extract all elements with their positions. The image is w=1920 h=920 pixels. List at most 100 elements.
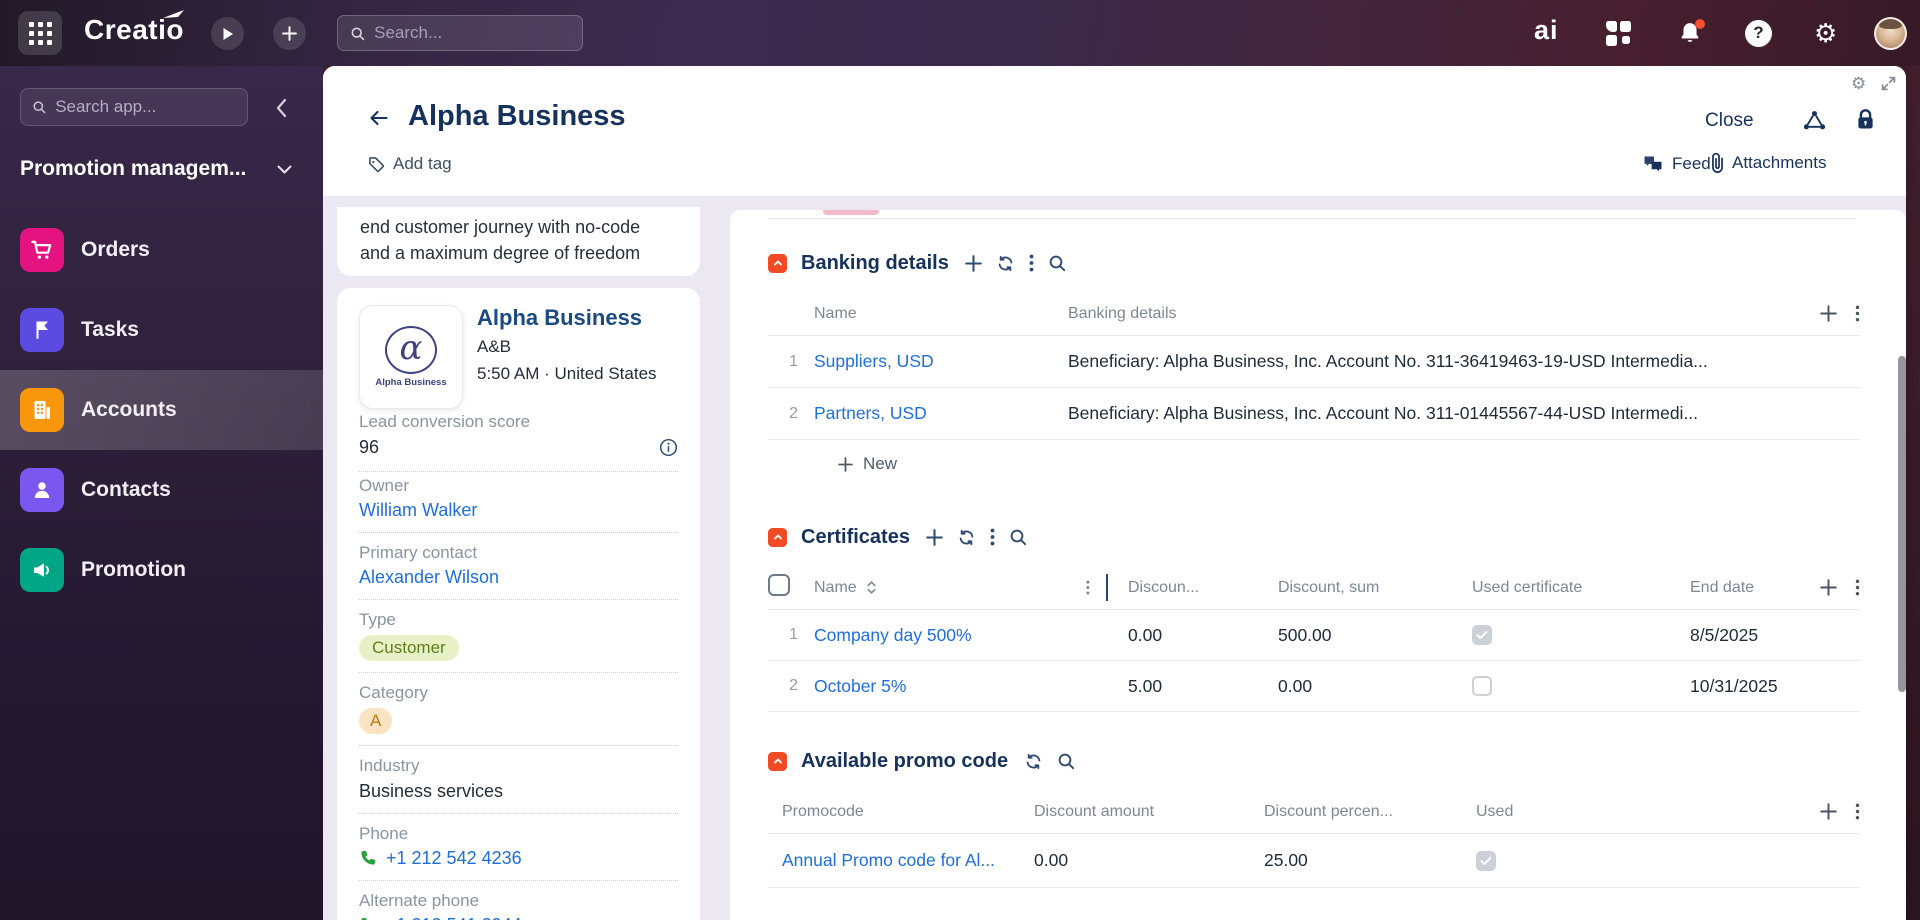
alt-phone-link[interactable]: +1 212 541 2944	[386, 915, 522, 920]
notifications-button[interactable]	[1678, 0, 1705, 66]
select-all-checkbox[interactable]	[768, 574, 790, 596]
primary-contact-field: Primary contact Alexander Wilson	[359, 533, 678, 600]
column-header[interactable]: End date	[1642, 579, 1812, 597]
add-new-button[interactable]	[273, 17, 306, 50]
run-process-button[interactable]	[211, 17, 244, 50]
ai-logo[interactable]: ai	[1534, 15, 1559, 46]
column-header[interactable]: Promocode	[768, 803, 1014, 821]
record-link[interactable]: Partners, USD	[814, 403, 927, 423]
column-header[interactable]: Discount amount	[1014, 803, 1244, 821]
sidebar-item-orders[interactable]: Orders	[0, 210, 323, 290]
copilot-button[interactable]	[1606, 0, 1631, 66]
add-column-icon[interactable]	[1820, 579, 1837, 596]
attachments-button[interactable]: Attachments	[1711, 152, 1827, 174]
phone-link[interactable]: +1 212 542 4236	[386, 848, 522, 869]
kebab-menu-icon[interactable]	[1855, 803, 1860, 820]
app-launcher-button[interactable]	[18, 11, 62, 55]
workspace-selector[interactable]: Promotion managem...	[20, 157, 292, 181]
table-row[interactable]: 2 October 5% 5.00 0.00 10/31/2025	[768, 661, 1860, 712]
intro-card: end customer journey with no-code and a …	[337, 207, 700, 276]
top-bar: Creatio ai ? ⚙	[0, 0, 1920, 66]
add-record-button[interactable]	[926, 528, 943, 546]
table-row[interactable]: 1 Suppliers, USD Beneficiary: Alpha Busi…	[768, 336, 1860, 388]
avatar	[1874, 16, 1907, 50]
discount-amount-cell: 0.00	[1034, 850, 1069, 870]
add-record-button[interactable]	[964, 254, 982, 272]
settings-button[interactable]: ⚙	[1814, 0, 1837, 66]
global-search-input[interactable]	[374, 23, 570, 43]
sidebar-search[interactable]	[20, 88, 248, 126]
sidebar-item-promotion[interactable]: Promotion	[0, 530, 323, 610]
used-checkbox[interactable]	[1476, 850, 1496, 871]
phone-icon[interactable]	[359, 850, 376, 867]
add-tag-button[interactable]: Add tag	[368, 154, 452, 174]
page-settings-gear-icon[interactable]: ⚙	[1851, 74, 1866, 94]
info-icon[interactable]	[659, 438, 678, 457]
process-icon[interactable]	[1803, 110, 1826, 136]
search-icon[interactable]	[1009, 528, 1027, 546]
logo-caption: Alpha Business	[375, 377, 447, 388]
kebab-menu-icon[interactable]	[990, 528, 995, 546]
chevron-left-icon	[276, 98, 286, 118]
intro-line: and a maximum degree of freedom	[360, 243, 641, 263]
table-row[interactable]: 2 Partners, USD Beneficiary: Alpha Busin…	[768, 388, 1860, 440]
search-icon	[351, 26, 365, 40]
refresh-icon[interactable]	[957, 528, 976, 547]
owner-link[interactable]: William Walker	[359, 500, 477, 521]
sidebar-item-label: Contacts	[81, 478, 171, 501]
refresh-icon[interactable]	[1024, 752, 1043, 771]
discount-sum-cell: 0.00	[1278, 675, 1313, 696]
record-link[interactable]: October 5%	[814, 676, 906, 696]
help-button[interactable]: ?	[1745, 0, 1772, 66]
sidebar-item-accounts[interactable]: Accounts	[0, 370, 323, 450]
global-search[interactable]	[337, 15, 583, 51]
feed-button[interactable]: Feed	[1643, 154, 1711, 174]
record-link[interactable]: Annual Promo code for Al...	[782, 850, 995, 870]
record-header: ⚙ Alpha Business Close Add tag Feed Atta…	[323, 66, 1906, 196]
column-header[interactable]: Discount, sum	[1258, 579, 1442, 597]
used-certificate-checkbox[interactable]	[1472, 676, 1492, 696]
page-title: Alpha Business	[408, 100, 626, 132]
search-icon[interactable]	[1057, 752, 1075, 770]
sidebar-item-contacts[interactable]: Contacts	[0, 450, 323, 530]
collapse-section-button[interactable]	[768, 253, 787, 273]
add-column-icon[interactable]	[1820, 305, 1837, 322]
kebab-menu-icon[interactable]	[1855, 579, 1860, 596]
expand-icon[interactable]	[1881, 76, 1896, 96]
sidebar-item-tasks[interactable]: Tasks	[0, 290, 323, 370]
user-menu-button[interactable]	[1874, 0, 1907, 66]
back-button[interactable]	[367, 106, 391, 135]
record-link[interactable]: Company day 500%	[814, 625, 972, 645]
collapse-section-button[interactable]	[768, 751, 787, 771]
close-button[interactable]: Close	[1705, 110, 1754, 132]
sort-icon[interactable]	[866, 580, 877, 595]
column-header[interactable]: Name	[814, 579, 857, 597]
vertical-scrollbar[interactable]	[1898, 356, 1906, 692]
record-link[interactable]: Suppliers, USD	[814, 351, 934, 371]
column-header[interactable]: Discount percen...	[1244, 803, 1456, 821]
table-row[interactable]: 1 Company day 500% 0.00 500.00 8/5/2025	[768, 610, 1860, 661]
column-header[interactable]: Banking details	[1048, 305, 1790, 323]
kebab-menu-icon[interactable]	[1086, 579, 1090, 596]
lock-icon[interactable]	[1856, 108, 1875, 136]
table-row[interactable]: Annual Promo code for Al... 0.00 25.00	[768, 834, 1860, 888]
creatio-logo[interactable]: Creatio	[84, 10, 184, 46]
add-new-row-button[interactable]: New	[768, 440, 1860, 488]
kebab-menu-icon[interactable]	[1855, 305, 1860, 322]
lead-score-value: 96	[359, 437, 380, 457]
used-certificate-checkbox[interactable]	[1472, 625, 1492, 645]
banking-section-header: Banking details	[768, 250, 1860, 276]
kebab-menu-icon[interactable]	[1029, 254, 1034, 272]
sidebar-search-input[interactable]	[55, 97, 236, 117]
primary-contact-link[interactable]: Alexander Wilson	[359, 567, 499, 588]
column-header[interactable]: Used	[1456, 803, 1656, 821]
collapse-section-button[interactable]	[768, 527, 787, 547]
sidebar-collapse-button[interactable]	[268, 95, 294, 121]
add-column-icon[interactable]	[1820, 803, 1837, 820]
column-header[interactable]: Discoun...	[1108, 579, 1258, 597]
refresh-icon[interactable]	[996, 254, 1015, 273]
account-logo[interactable]: α Alpha Business	[359, 305, 463, 409]
search-icon[interactable]	[1048, 254, 1066, 272]
column-header[interactable]: Name	[802, 305, 1048, 323]
column-header[interactable]: Used certificate	[1442, 579, 1642, 597]
